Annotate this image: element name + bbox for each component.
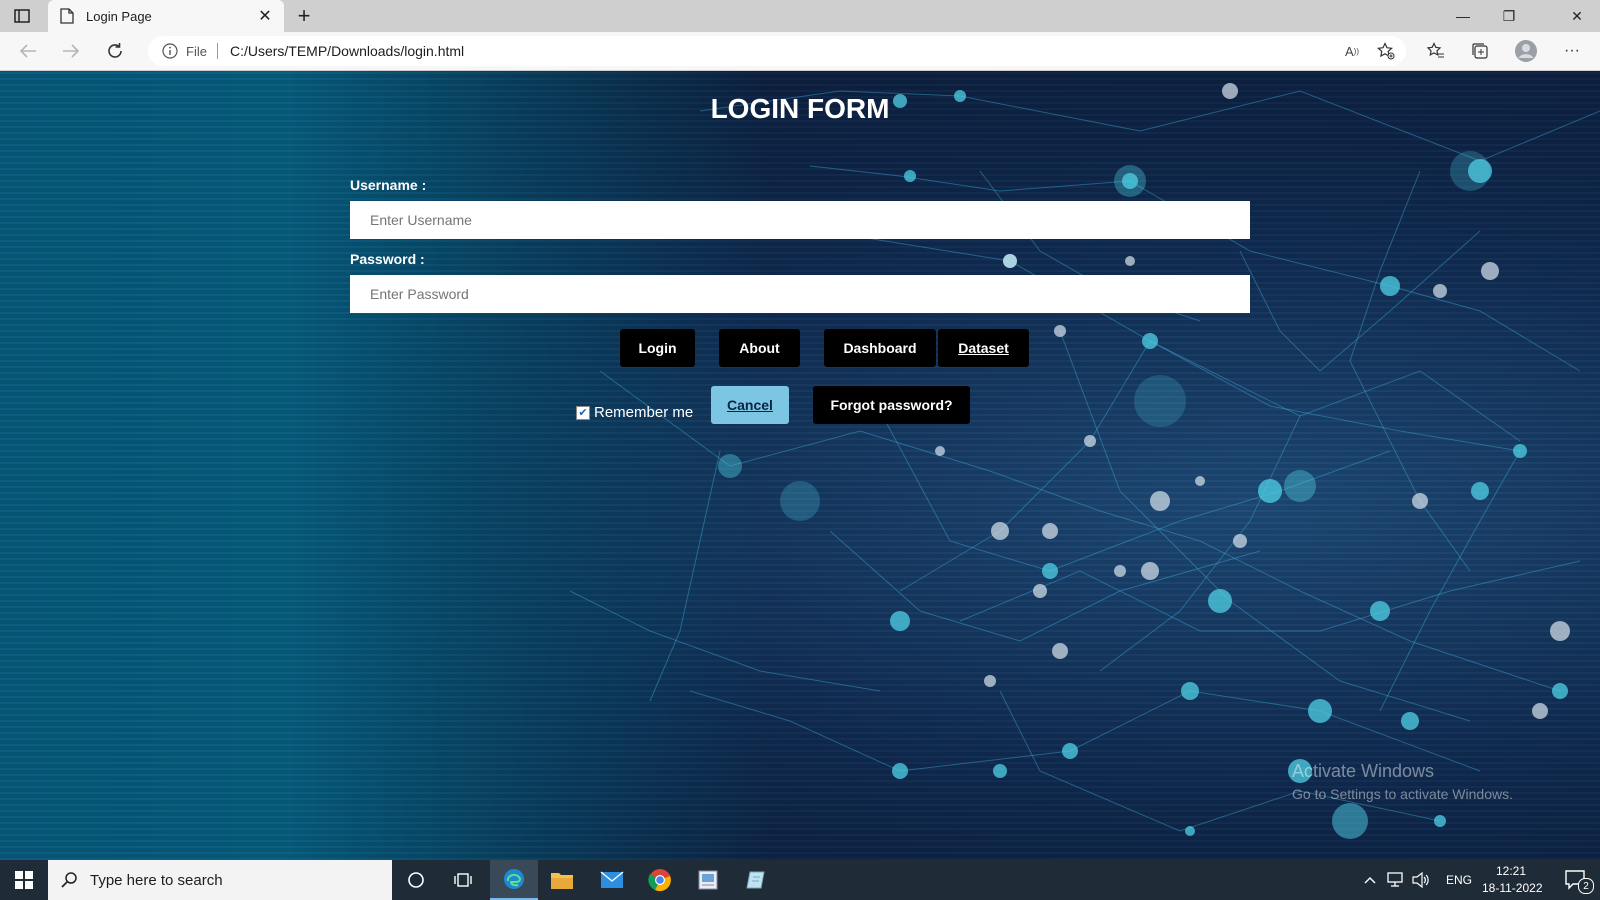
taskbar-search[interactable]: Type here to search [48,860,392,900]
browser-tab-bar: Login Page ✕ + — ❐ ✕ [0,0,1600,32]
watermark-title: Activate Windows [1292,761,1435,781]
scheme-label: File [186,43,207,59]
file-explorer-icon[interactable] [538,860,586,900]
window-close-icon[interactable]: ✕ [1554,0,1600,32]
profile-icon[interactable] [1512,37,1540,65]
more-icon[interactable]: ··· [1558,37,1586,65]
about-button[interactable]: About [719,329,800,367]
refresh-icon[interactable] [101,37,129,65]
browser-toolbar: File C:/Users/TEMP/Downloads/login.html … [0,32,1600,71]
screen: Login Page ✕ + — ❐ ✕ File C:/Users/TEMP/… [0,0,1600,900]
collections-icon[interactable] [1466,37,1494,65]
activate-windows-watermark: Activate Windows Go to Settings to activ… [1292,761,1513,802]
address-bar[interactable]: File C:/Users/TEMP/Downloads/login.html … [148,36,1406,66]
watermark-subtitle: Go to Settings to activate Windows. [1292,786,1513,802]
mail-icon[interactable] [588,860,636,900]
password-input[interactable] [350,275,1250,313]
url-text[interactable]: C:/Users/TEMP/Downloads/login.html [230,43,1338,59]
favorites-icon[interactable] [1422,37,1450,65]
divider [216,43,218,59]
tab-actions-icon[interactable] [12,6,32,26]
network-icon[interactable] [1382,860,1408,900]
edge-icon[interactable] [490,860,538,900]
clock-time[interactable]: 12:21 [1496,864,1526,878]
language-indicator[interactable]: ENG [1446,873,1472,887]
forward-icon[interactable] [57,37,85,65]
search-icon [61,872,77,888]
windows-taskbar: Type here to search ENG 12:21 18-11-2022… [0,860,1600,900]
plus-icon[interactable]: + [292,3,316,28]
forgot-password-button[interactable]: Forgot password? [813,386,970,424]
clock-date[interactable]: 18-11-2022 [1482,881,1543,895]
browser-tab[interactable]: Login Page ✕ [48,0,284,32]
read-aloud-icon[interactable]: A)) [1338,37,1366,65]
notepad-icon[interactable] [732,860,780,900]
back-icon[interactable] [14,37,42,65]
restore-icon[interactable]: ❐ [1486,0,1532,32]
cortana-icon[interactable] [392,860,440,900]
dataset-button[interactable]: Dataset [938,329,1029,367]
username-label: Username : [350,177,427,193]
notification-icon[interactable]: 2 [1552,860,1600,900]
username-input[interactable] [350,201,1250,239]
page-icon [60,8,74,24]
add-favorite-icon[interactable] [1372,37,1400,65]
remember-checkbox[interactable]: ✔ [576,405,590,420]
notification-count: 2 [1578,878,1594,894]
volume-icon[interactable] [1408,860,1434,900]
minimize-icon[interactable]: — [1440,0,1486,32]
search-placeholder: Type here to search [90,871,223,889]
tab-title: Login Page [86,8,152,24]
chrome-icon[interactable] [636,860,684,900]
password-label: Password : [350,251,425,267]
login-button[interactable]: Login [620,329,695,367]
network-background-image [569,83,1600,839]
windows-start-icon[interactable] [0,860,48,900]
login-page: LOGIN FORM Username : Password : Login A… [0,71,1600,860]
close-icon[interactable]: ✕ [254,5,276,27]
dashboard-button[interactable]: Dashboard [824,329,936,367]
cancel-button[interactable]: Cancel [711,386,789,424]
app-icon[interactable] [684,860,732,900]
page-title: LOGIN FORM [710,93,890,124]
task-view-icon[interactable] [440,860,488,900]
chevron-up-icon[interactable] [1358,860,1382,900]
info-icon[interactable] [162,43,178,59]
remember-label: Remember me [594,404,694,421]
remember-me[interactable]: ✔ Remember me [576,404,693,421]
